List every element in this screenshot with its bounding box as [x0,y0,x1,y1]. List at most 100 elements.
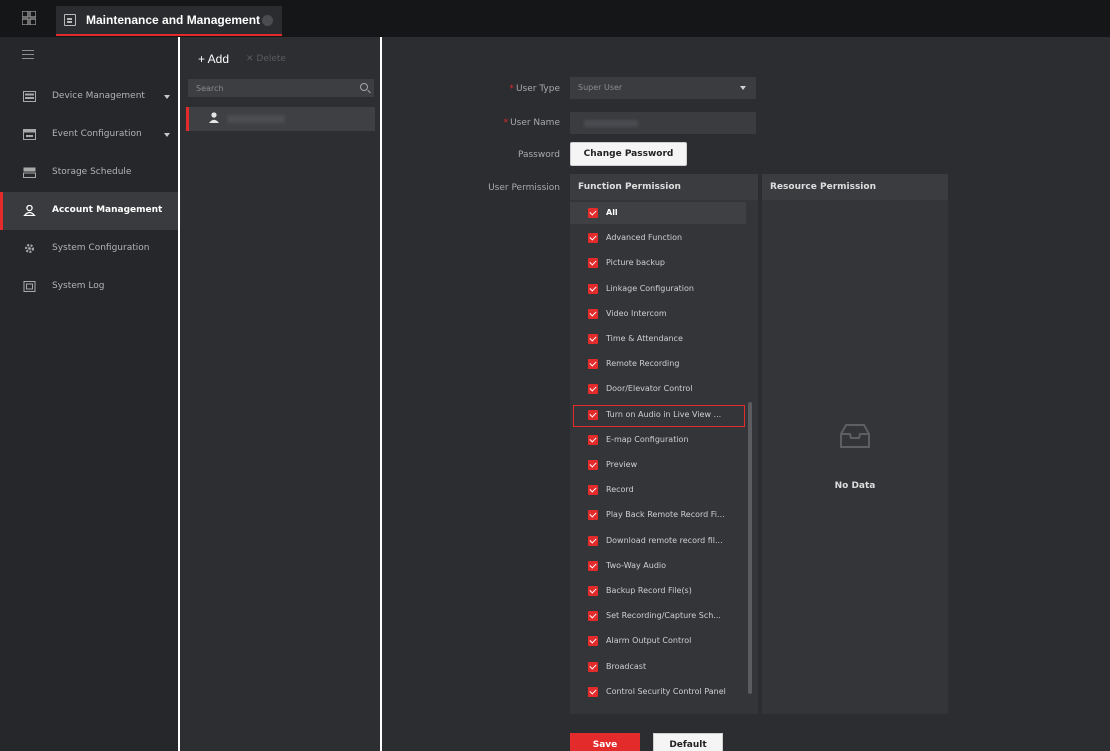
menu-icon[interactable] [22,50,34,59]
search-icon[interactable] [360,83,368,91]
checkbox-checked-icon[interactable] [588,434,598,445]
function-permission-panel: Function Permission All Advanced Function… [570,174,758,714]
permission-label: Set Recording/Capture Sch... [606,611,721,621]
user-type-value: Super User [578,83,623,92]
user-type-select[interactable]: Super User [570,77,756,99]
permission-checkbox[interactable]: Broadcast [570,656,746,678]
sidebar-item-label: Storage Schedule [52,167,132,177]
user-name-field[interactable] [570,112,756,134]
permission-checkbox[interactable]: Advanced Function [570,227,746,249]
delete-button[interactable]: ✕ Delete [246,54,286,64]
checkbox-checked-icon[interactable] [588,359,598,370]
chevron-down-icon [164,133,170,137]
permission-checkbox[interactable]: Two-Way Audio [570,555,746,577]
checkbox-checked-icon[interactable] [588,308,598,319]
save-button[interactable]: Save [570,733,640,751]
search-box [188,79,374,97]
checkbox-checked-icon[interactable] [588,586,598,596]
gear-icon [24,243,35,254]
permission-label: Download remote record fil... [606,535,723,545]
permission-label: Two-Way Audio [606,560,667,570]
storage-icon [23,167,36,178]
permission-checkbox[interactable]: Download remote record fil... [570,530,746,552]
permission-label: Record [606,485,634,495]
list-item[interactable] [186,107,375,131]
permission-checkbox[interactable]: Play Back Remote Record Fi... [570,504,746,526]
permission-checkbox[interactable]: Alarm Output Control [570,630,746,652]
user-type-label: * User Type [509,84,560,94]
checkbox-checked-icon[interactable] [588,661,598,672]
checkbox-checked-icon[interactable] [588,460,598,470]
permission-checkbox[interactable]: Control Security Control Panel [570,681,746,703]
checkbox-checked-icon[interactable] [588,384,598,395]
permission-label: Control Security Control Panel [606,686,726,696]
checkbox-checked-icon[interactable] [588,334,598,344]
permission-checkbox[interactable]: Door/Elevator Control [570,378,746,400]
default-button[interactable]: Default [653,733,723,751]
no-data-text: No Data [834,481,876,491]
panel-header: Resource Permission [762,174,948,200]
sidebar-item-system-log[interactable]: System Log [0,268,178,306]
sidebar-item-account-management[interactable]: Account Management [0,192,178,230]
checkbox-checked-icon[interactable] [588,208,598,218]
permission-label: Video Intercom [606,308,667,318]
permission-label: E-map Configuration [606,434,689,444]
permission-checkbox[interactable]: Remote Recording [570,353,746,375]
checkbox-checked-icon[interactable] [588,560,598,571]
sidebar-item-system-configuration[interactable]: System Configuration [0,230,178,268]
permission-label: Broadcast [606,661,647,671]
event-icon [23,129,36,140]
permission-label: Time & Attendance [606,334,683,343]
sidebar-item-storage-schedule[interactable]: Storage Schedule [0,154,178,192]
permission-checkbox[interactable]: Video Intercom [570,303,746,325]
close-icon[interactable] [262,15,273,26]
permission-checkbox[interactable]: Time & Attendance [570,328,746,350]
permission-label: Picture backup [606,258,665,268]
device-icon [23,91,36,102]
checkbox-checked-icon[interactable] [588,611,598,622]
tab-maintenance-and-management[interactable]: Maintenance and Management [56,6,282,36]
add-button[interactable]: + Add [198,52,229,66]
scrollbar[interactable] [748,402,752,694]
document-icon [64,14,76,26]
resource-permission-header: Resource Permission [770,182,876,192]
permission-label: Backup Record File(s) [606,586,692,595]
permission-checkbox[interactable]: E-map Configuration [570,429,746,451]
user-icon [209,112,219,123]
permission-checkbox[interactable]: Record [570,479,746,501]
user-name-redacted [584,120,638,127]
permission-checkbox[interactable]: Set Recording/Capture Sch... [570,605,746,627]
permission-label: Alarm Output Control [606,636,692,646]
user-name-label: * User Name [503,118,560,128]
sidebar-item-label: Device Management [52,91,145,101]
sidebar: Device Management Event Configuration St… [0,37,178,751]
permission-checkbox[interactable]: Linkage Configuration [570,278,746,300]
user-permission-label: User Permission [488,183,560,193]
inbox-icon [840,424,870,448]
change-password-button[interactable]: Change Password [570,142,687,166]
permission-checkbox[interactable]: Backup Record File(s) [570,580,746,602]
grid-icon[interactable] [22,11,36,25]
checkbox-checked-icon[interactable] [588,283,598,294]
sidebar-item-label: Account Management [52,205,163,215]
checkbox-checked-icon[interactable] [588,636,598,647]
permission-label: Play Back Remote Record Fi... [606,510,725,520]
permission-checkbox[interactable]: Picture backup [570,252,746,274]
checkbox-checked-icon[interactable] [588,258,598,269]
permission-label: Linkage Configuration [606,283,694,293]
permission-all-checkbox[interactable]: All [570,202,746,224]
sidebar-item-label: Event Configuration [52,129,142,139]
search-input[interactable] [188,79,348,97]
permission-label: Preview [606,460,638,469]
checkbox-checked-icon[interactable] [588,510,598,521]
highlight-box [573,405,745,427]
checkbox-checked-icon[interactable] [588,233,598,244]
sidebar-item-event-configuration[interactable]: Event Configuration [0,116,178,154]
checkbox-checked-icon[interactable] [588,535,598,546]
permission-label: Remote Recording [606,359,680,369]
checkbox-checked-icon[interactable] [588,485,598,496]
permission-label: Advanced Function [606,233,683,243]
permission-checkbox[interactable]: Preview [570,454,746,476]
checkbox-checked-icon[interactable] [588,686,598,697]
sidebar-item-device-management[interactable]: Device Management [0,78,178,116]
